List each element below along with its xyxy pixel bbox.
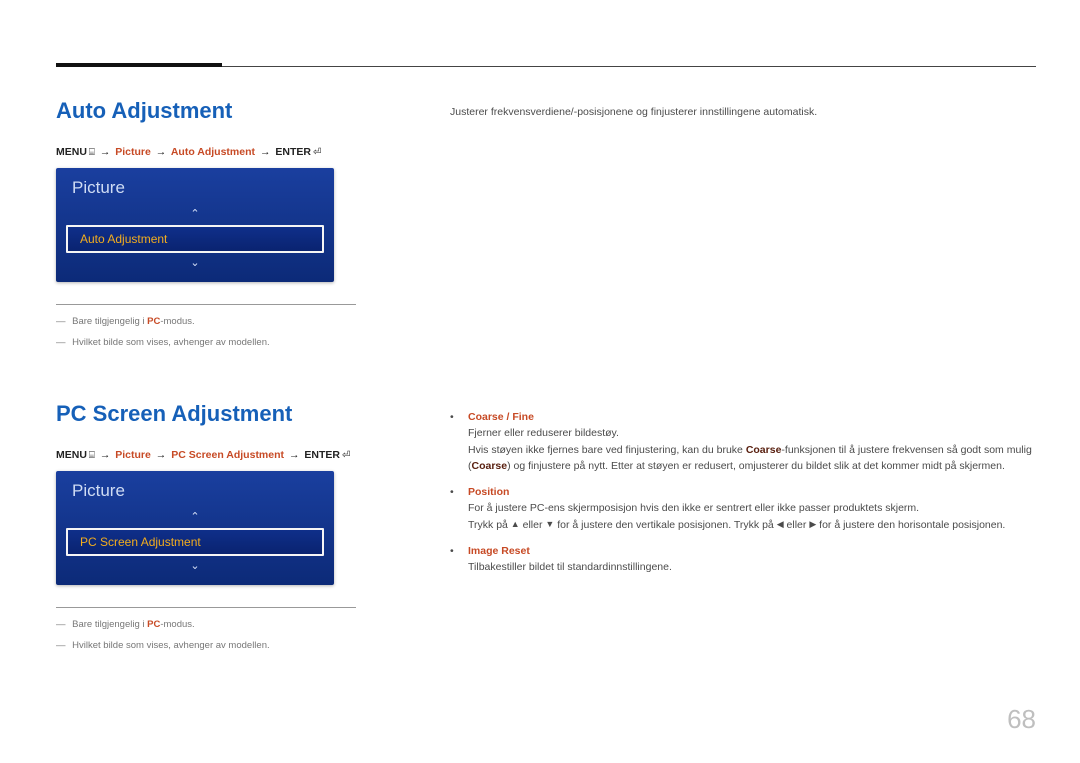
menu-path-pc-screen-adjustment: MENU⌸ → Picture → PC Screen Adjustment →… (56, 449, 356, 461)
footnote-text: Bare tilgjengelig i (72, 619, 147, 630)
footnote-accent: PC (147, 316, 160, 327)
triangle-down-icon: ▼ (545, 519, 554, 529)
bullet-span: Trykk på (468, 519, 511, 531)
paragraph-auto-adjustment-desc: Justerer frekvensverdiene/-posisjonene o… (450, 104, 1036, 120)
bullet-accent: Coarse (472, 460, 508, 472)
bullet-accent: Coarse (746, 444, 782, 456)
osd-panel-pc-screen-adjustment: Picture ⌃ PC Screen Adjustment ⌄ (56, 471, 334, 585)
osd-title: Picture (66, 479, 324, 509)
footnote-model: ― Hvilket bilde som vises, avhenger av m… (56, 336, 356, 349)
triangle-right-icon: ▶ (809, 519, 816, 529)
osd-selected-item[interactable]: Auto Adjustment (66, 225, 324, 253)
path-auto-adjustment: Auto Adjustment (171, 146, 255, 158)
bullet-span: eller (784, 519, 810, 531)
dash-icon: ― (56, 337, 66, 348)
bullet-text: Tilbakestiller bildet til standardinnsti… (468, 559, 1036, 575)
divider (56, 304, 356, 305)
osd-title: Picture (66, 176, 324, 206)
osd-panel-auto-adjustment: Picture ⌃ Auto Adjustment ⌄ (56, 168, 334, 282)
arrow-icon: → (100, 146, 111, 158)
dash-icon: ― (56, 316, 66, 327)
osd-selected-item[interactable]: PC Screen Adjustment (66, 528, 324, 556)
footnote-text: Hvilket bilde som vises, avhenger av mod… (72, 640, 269, 651)
osd-arrow-up-icon[interactable]: ⌃ (66, 206, 324, 223)
bullet-text: For å justere PC-ens skjermposisjon hvis… (468, 500, 1036, 516)
menu-icon: ⌸ (89, 147, 95, 158)
arrow-icon: → (156, 146, 167, 158)
bullet-span: eller (520, 519, 546, 531)
bullet-label: Image Reset (468, 545, 530, 557)
dash-icon: ― (56, 619, 66, 630)
bullet-coarse-fine: • Coarse / Fine Fjerner eller reduserer … (450, 409, 1036, 474)
triangle-up-icon: ▲ (511, 519, 520, 529)
bullet-text: Fjerner eller reduserer bildestøy. (468, 425, 1036, 441)
arrow-icon: → (156, 449, 167, 461)
osd-arrow-down-icon[interactable]: ⌄ (66, 558, 324, 575)
bullet-dot-icon: • (450, 409, 468, 474)
bullet-label: Coarse / Fine (468, 411, 534, 423)
bullet-text: Trykk på ▲ eller ▼ for å justere den ver… (468, 517, 1036, 533)
path-menu-label: MENU (56, 146, 87, 158)
path-picture: Picture (115, 146, 151, 158)
path-menu-label: MENU (56, 449, 87, 461)
triangle-left-icon: ◀ (777, 519, 784, 529)
footnote-text: -modus. (160, 316, 194, 327)
enter-icon: ⏎ (313, 147, 321, 158)
bullet-label: Position (468, 486, 509, 498)
bullet-span: for å justere den horisontale posisjonen… (816, 519, 1005, 531)
bullet-text: Hvis støyen ikke fjernes bare ved finjus… (468, 442, 1036, 475)
heading-pc-screen-adjustment: PC Screen Adjustment (56, 401, 356, 427)
enter-icon: ⏎ (342, 450, 350, 461)
menu-path-auto-adjustment: MENU⌸ → Picture → Auto Adjustment → ENTE… (56, 146, 356, 158)
bullet-span: for å justere den vertikale posisjonen. … (554, 519, 776, 531)
path-enter-label: ENTER (275, 146, 311, 158)
menu-icon: ⌸ (89, 450, 95, 461)
heading-auto-adjustment: Auto Adjustment (56, 98, 356, 124)
bullet-dot-icon: • (450, 543, 468, 576)
horizontal-rule-accent (56, 63, 222, 67)
osd-arrow-up-icon[interactable]: ⌃ (66, 509, 324, 526)
bullet-span: Hvis støyen ikke fjernes bare ved finjus… (468, 444, 746, 456)
footnote-text: Hvilket bilde som vises, avhenger av mod… (72, 337, 269, 348)
footnote-text: -modus. (160, 619, 194, 630)
path-picture: Picture (115, 449, 151, 461)
bullet-span: ) og finjustere på nytt. Etter at støyen… (507, 460, 1005, 472)
footnote-accent: PC (147, 619, 160, 630)
footnote-pc-mode: ― Bare tilgjengelig i PC-modus. (56, 618, 356, 631)
bullet-image-reset: • Image Reset Tilbakestiller bildet til … (450, 543, 1036, 576)
footnote-pc-mode: ― Bare tilgjengelig i PC-modus. (56, 315, 356, 328)
arrow-icon: → (289, 449, 300, 461)
page-number: 68 (1007, 704, 1036, 735)
footnote-model: ― Hvilket bilde som vises, avhenger av m… (56, 639, 356, 652)
footnote-text: Bare tilgjengelig i (72, 316, 147, 327)
bullet-position: • Position For å justere PC-ens skjermpo… (450, 484, 1036, 533)
arrow-icon: → (100, 449, 111, 461)
path-enter-label: ENTER (304, 449, 340, 461)
path-pc-screen-adjustment: PC Screen Adjustment (171, 449, 284, 461)
divider (56, 607, 356, 608)
osd-arrow-down-icon[interactable]: ⌄ (66, 255, 324, 272)
arrow-icon: → (260, 146, 271, 158)
dash-icon: ― (56, 640, 66, 651)
bullet-dot-icon: • (450, 484, 468, 533)
